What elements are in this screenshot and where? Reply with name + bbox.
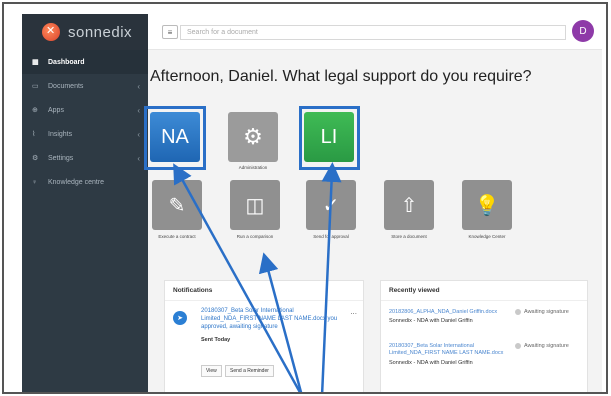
document-link[interactable]: 20182806_ALPHA_NDA_Daniel Griffin.docx: [389, 309, 509, 316]
bulb-icon: ♀: [32, 178, 38, 186]
status-badge: Awaiting signature: [515, 309, 569, 315]
sidebar-item-label: Apps: [48, 106, 64, 114]
run-comparison-tile[interactable]: ◫: [230, 180, 280, 230]
more-options-button[interactable]: ...: [350, 307, 357, 316]
notifications-title: Notifications: [165, 281, 363, 301]
sidebar: sonnedix ▦ Dashboard ▭ Documents ‹ ⊕ App…: [22, 14, 148, 392]
li-highlight-box: [299, 106, 360, 170]
document-subtitle: Sonnedix - NDA with Daniel Griffin: [389, 318, 473, 325]
send-reminder-button[interactable]: Send a Reminder: [225, 365, 274, 377]
compare-icon: ◫: [245, 194, 265, 217]
search-input[interactable]: Search for a document: [180, 25, 566, 40]
sidebar-item-settings[interactable]: ⚙ Settings ‹: [22, 146, 148, 170]
approve-icon: ✓: [322, 194, 340, 217]
sidebar-item-documents[interactable]: ▭ Documents ‹: [22, 74, 148, 98]
knowledge-center-label: Knowledge Center: [468, 234, 506, 239]
gears-icon: ⚙: [243, 124, 263, 149]
avatar[interactable]: D: [572, 20, 594, 42]
send-approval-label: Send for approval: [313, 234, 349, 239]
sidebar-item-apps[interactable]: ⊕ Apps ‹: [22, 98, 148, 122]
sidebar-item-insights[interactable]: ⌇ Insights ‹: [22, 122, 148, 146]
notification-text[interactable]: 20180307_Beta Solar International Limite…: [201, 307, 351, 331]
status-dot-icon: [515, 309, 521, 315]
run-comparison-label: Run a comparison: [236, 234, 274, 239]
logo-icon: [42, 23, 60, 41]
administration-tile[interactable]: ⚙: [228, 112, 278, 162]
bulb-icon: 💡: [474, 194, 500, 217]
page-title: Afternoon, Daniel. What legal support do…: [150, 68, 532, 85]
document-icon: ▭: [32, 83, 39, 90]
recently-viewed-title: Recently viewed: [381, 281, 587, 301]
logo-text: sonnedix: [68, 23, 133, 41]
sidebar-item-dashboard[interactable]: ▦ Dashboard: [22, 50, 148, 74]
sidebar-item-label: Insights: [48, 130, 73, 138]
document-subtitle: Sonnedix - NDA with Daniel Griffin: [389, 359, 473, 366]
chevron-left-icon: ‹: [137, 105, 140, 115]
apps-icon: ⊕: [32, 107, 38, 114]
sidebar-item-label: Settings: [48, 154, 74, 162]
status-text: Awaiting signature: [524, 343, 569, 349]
recently-viewed-card: Recently viewed 20182806_ALPHA_NDA_Danie…: [380, 280, 589, 392]
send-approval-tile[interactable]: ✓: [306, 180, 356, 230]
knowledge-center-tile[interactable]: 💡: [462, 180, 512, 230]
chevron-left-icon: ‹: [137, 129, 140, 139]
grid-icon: ▦: [32, 59, 39, 66]
notification-time: Sent Today: [201, 337, 231, 343]
status-badge: Awaiting signature: [515, 343, 569, 349]
topbar: ≡ Search for a document D: [148, 14, 602, 50]
menu-button[interactable]: ≡: [162, 25, 178, 39]
edit-icon: ✎: [168, 194, 186, 217]
chevron-left-icon: ‹: [137, 81, 140, 91]
administration-label: Administration: [238, 165, 268, 170]
execute-contract-tile[interactable]: ✎: [152, 180, 202, 230]
list-item: 20180307_Beta Solar International Limite…: [389, 343, 589, 366]
status-text: Awaiting signature: [524, 309, 569, 315]
store-document-label: Store a document: [391, 234, 427, 239]
list-item: 20182806_ALPHA_NDA_Daniel Griffin.docx S…: [389, 309, 589, 324]
sidebar-item-label: Knowledge centre: [48, 178, 105, 186]
sidebar-item-label: Dashboard: [48, 58, 85, 66]
view-button[interactable]: View: [201, 365, 222, 377]
logo[interactable]: sonnedix: [22, 14, 148, 50]
document-link[interactable]: 20180307_Beta Solar International Limite…: [389, 343, 509, 358]
store-document-tile[interactable]: ⇧: [384, 180, 434, 230]
sidebar-item-label: Documents: [48, 82, 84, 90]
sidebar-item-knowledge-centre[interactable]: ♀ Knowledge centre: [22, 170, 148, 194]
upload-icon: ⇧: [400, 194, 418, 217]
gear-icon: ⚙: [32, 155, 39, 162]
chart-icon: ⌇: [32, 131, 36, 138]
chevron-left-icon: ‹: [137, 153, 140, 163]
screenshot-frame: sonnedix ▦ Dashboard ▭ Documents ‹ ⊕ App…: [2, 2, 608, 394]
nda-highlight-box: [144, 106, 206, 170]
hamburger-icon: ≡: [167, 27, 173, 37]
status-dot-icon: [515, 343, 521, 349]
send-icon: ➤: [173, 311, 187, 325]
execute-contract-label: Execute a contract: [158, 234, 196, 239]
notifications-card: Notifications ➤ 20180307_Beta Solar Inte…: [164, 280, 364, 392]
